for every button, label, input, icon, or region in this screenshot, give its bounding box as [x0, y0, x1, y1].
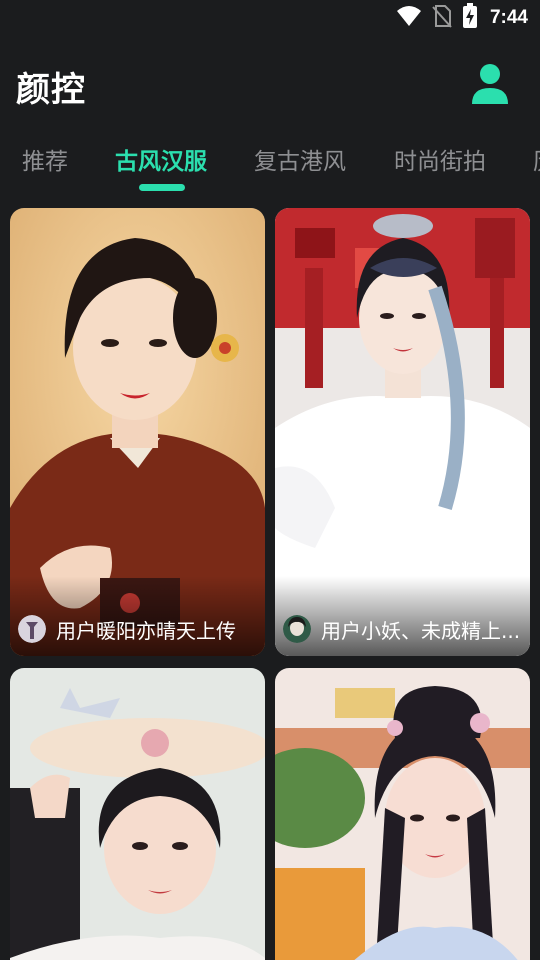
- photo-feed: 用户暖阳亦晴天上传 用户小妖、未成精上...: [0, 200, 540, 960]
- category-tabs: 推荐 古风汉服 复古港风 时尚街拍 历: [0, 130, 540, 200]
- battery-charging-icon: [462, 3, 478, 33]
- tab-street-fashion[interactable]: 时尚街拍: [394, 142, 486, 176]
- uploader-avatar[interactable]: [18, 615, 46, 643]
- photo-card[interactable]: [275, 668, 530, 960]
- photo-card[interactable]: [10, 668, 265, 960]
- card-footer: 用户小妖、未成精上...: [283, 614, 524, 644]
- app-title: 颜控: [16, 70, 86, 110]
- card-footer: 用户暖阳亦晴天上传: [18, 614, 259, 644]
- status-time: 7:44: [489, 7, 528, 28]
- profile-button[interactable]: [470, 62, 510, 106]
- photo-card[interactable]: 用户暖阳亦晴天上传: [10, 208, 265, 656]
- photo-image: [275, 668, 530, 960]
- uploader-name: 用户暖阳亦晴天上传: [56, 618, 236, 643]
- wifi-icon: [396, 5, 422, 31]
- tab-recommend[interactable]: 推荐: [22, 142, 68, 176]
- person-icon: [472, 64, 508, 104]
- active-tab-indicator: [139, 184, 185, 191]
- app-header: 颜控: [0, 50, 540, 130]
- photo-image: [10, 668, 265, 960]
- no-sim-icon: [432, 4, 452, 32]
- tab-more[interactable]: 历: [533, 142, 540, 176]
- photo-card[interactable]: 用户小妖、未成精上...: [275, 208, 530, 656]
- uploader-avatar[interactable]: [283, 615, 311, 643]
- status-bar: 7:44: [0, 0, 540, 36]
- tab-hanfu[interactable]: 古风汉服: [115, 142, 207, 176]
- tab-retro-hk[interactable]: 复古港风: [254, 142, 346, 176]
- uploader-name: 用户小妖、未成精上...: [321, 618, 521, 643]
- status-icons: 7:44: [396, 3, 528, 33]
